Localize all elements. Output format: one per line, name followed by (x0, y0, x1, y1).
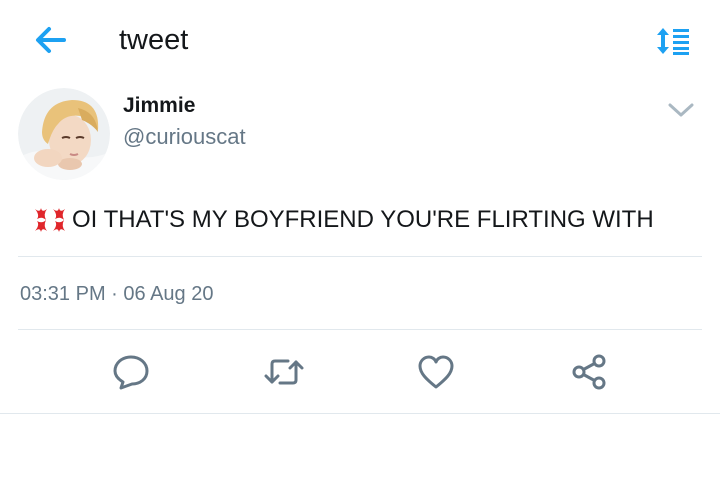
share-icon (572, 354, 606, 390)
sort-icon (657, 28, 689, 55)
chevron-down-icon (668, 103, 694, 117)
anger-symbol-emoji (34, 206, 66, 234)
author-handle[interactable]: @curiouscat (123, 123, 246, 151)
more-options-button[interactable] (664, 96, 698, 124)
avatar[interactable] (18, 88, 110, 180)
tweet-text-content: OI THAT'S MY BOYFRIEND YOU'RE FLIRTING W… (72, 206, 654, 233)
page-title: tweet (119, 24, 189, 56)
user-avatar-icon (18, 88, 110, 180)
tweet-detail-screen: tweet Jimmie @curiouscat OI THAT'S MY BO… (0, 0, 720, 489)
author-name[interactable]: Jimmie (123, 93, 195, 119)
share-button[interactable] (565, 350, 613, 394)
sort-button[interactable] (652, 22, 694, 60)
tweet-timestamp: 03:31 PM · 06 Aug 20 (20, 283, 214, 305)
divider (18, 256, 702, 257)
top-bar: tweet (0, 0, 720, 80)
like-icon (418, 355, 454, 389)
retweet-button[interactable] (260, 350, 308, 394)
reply-icon (113, 355, 149, 390)
arrow-left-icon (36, 27, 66, 53)
tweet-text: OI THAT'S MY BOYFRIEND YOU'RE FLIRTING W… (34, 203, 654, 237)
divider (18, 329, 702, 330)
reply-button[interactable] (107, 350, 155, 394)
divider (0, 413, 720, 414)
back-button[interactable] (28, 20, 72, 60)
like-button[interactable] (412, 350, 460, 394)
retweet-icon (264, 359, 304, 385)
